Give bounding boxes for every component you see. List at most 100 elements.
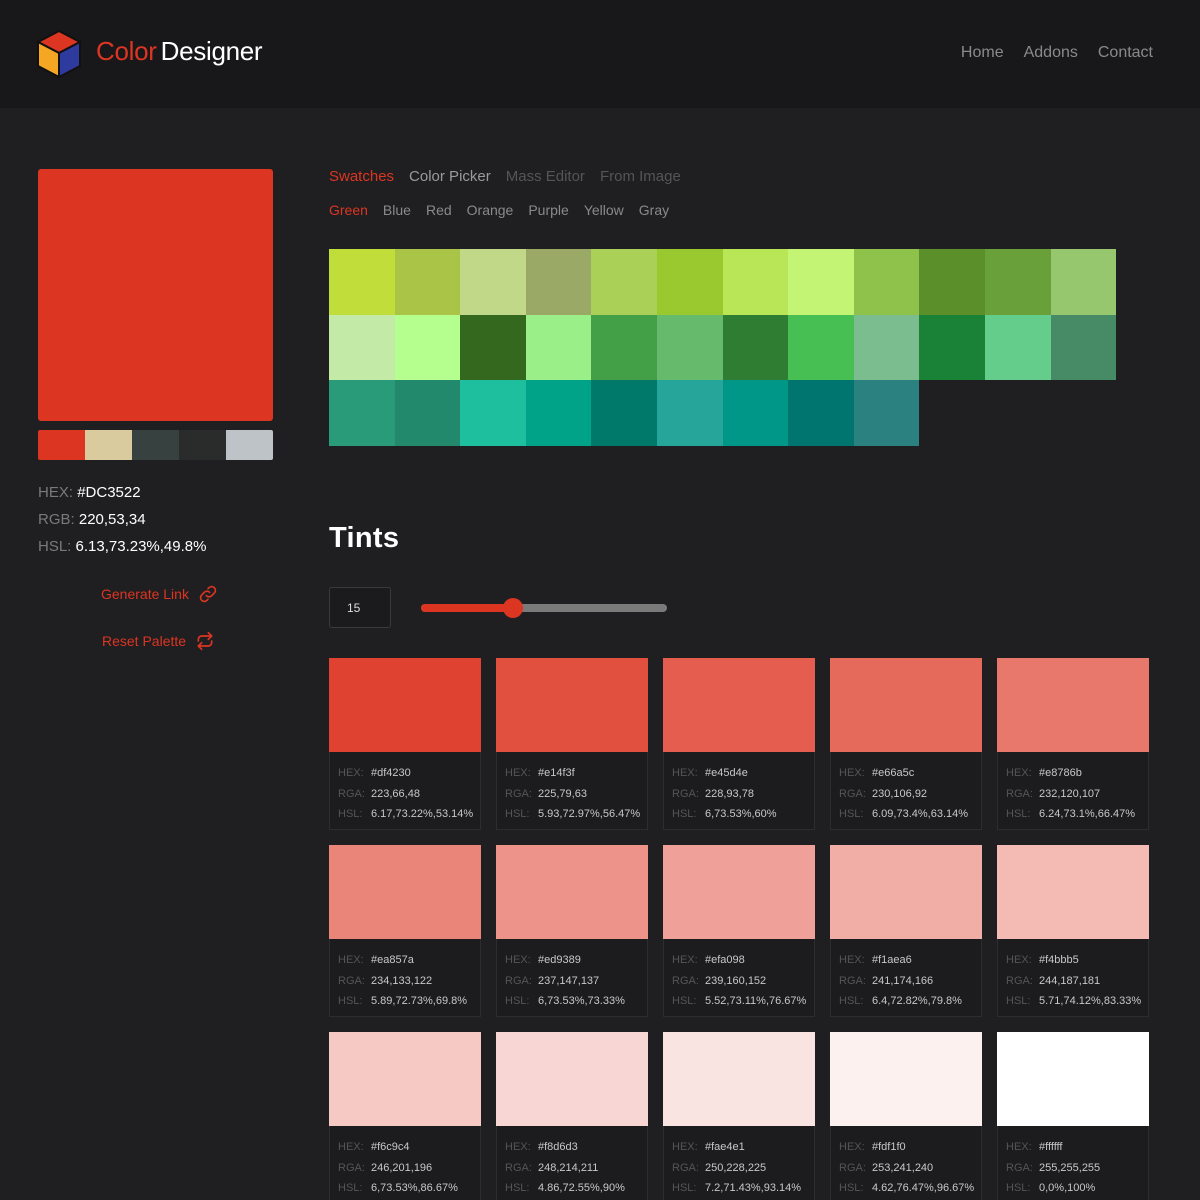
tint-hsl-label: HSL:	[839, 808, 864, 820]
category-tab-purple[interactable]: Purple	[528, 202, 568, 218]
nav-contact[interactable]: Contact	[1098, 44, 1153, 62]
swatch-cell[interactable]	[853, 314, 920, 381]
swatch-cell[interactable]	[919, 249, 985, 315]
tint-card[interactable]: HEX: #f6c9c4 RGA: 246,201,196 HSL: 6,73.53%,8…	[329, 1032, 481, 1200]
tint-swatch[interactable]	[830, 1032, 982, 1126]
tint-card[interactable]: HEX: #e45d4e RGA: 228,93,78 HSL: 6,73.53%,60%	[663, 658, 815, 830]
swatch-cell[interactable]	[525, 380, 592, 446]
swatch-cell[interactable]	[525, 249, 592, 315]
tint-swatch[interactable]	[663, 845, 815, 939]
tint-swatch[interactable]	[830, 658, 982, 752]
swatch-cell[interactable]	[853, 249, 920, 315]
swatch-cell[interactable]	[788, 380, 854, 446]
tint-card[interactable]: HEX: #f4bbb5 RGA: 244,187,181 HSL: 5.71,74.12…	[997, 845, 1149, 1017]
reset-palette-button[interactable]: Reset Palette	[102, 631, 215, 651]
swatch-cell[interactable]	[853, 380, 920, 446]
brand-name[interactable]: Color Designer	[96, 36, 263, 67]
tint-swatch[interactable]	[663, 1032, 815, 1126]
tint-swatch[interactable]	[997, 845, 1149, 939]
swatch-cell[interactable]	[591, 314, 657, 381]
swatch-cell[interactable]	[460, 380, 526, 446]
swatch-cell[interactable]	[788, 249, 854, 315]
tint-hex-row: HEX: #ffffff	[1006, 1137, 1148, 1158]
category-tab-gray[interactable]: Gray	[639, 202, 669, 218]
palette-color-2[interactable]	[85, 430, 132, 460]
swatch-cell[interactable]	[984, 314, 1051, 381]
tint-card[interactable]: HEX: #df4230 RGA: 223,66,48 HSL: 6.17,73.22%,…	[329, 658, 481, 830]
tint-card[interactable]: HEX: #e8786b RGA: 232,120,107 HSL: 6.24,73.1%…	[997, 658, 1149, 830]
tint-swatch[interactable]	[329, 845, 481, 939]
tint-card[interactable]: HEX: #ea857a RGA: 234,133,122 HSL: 5.89,72.73…	[329, 845, 481, 1017]
swatch-cell[interactable]	[525, 314, 592, 381]
swatch-cell[interactable]	[1050, 249, 1117, 315]
tint-swatch[interactable]	[663, 658, 815, 752]
tint-hsl-row: HSL: 6.09,73.4%,63.14%	[839, 804, 981, 825]
tint-swatch[interactable]	[496, 1032, 648, 1126]
swatch-cell[interactable]	[722, 249, 789, 315]
tint-card[interactable]: HEX: #e66a5c RGA: 230,106,92 HSL: 6.09,73.4%,…	[830, 658, 982, 830]
tint-rgb-label: RGA:	[505, 787, 532, 800]
swatch-cell[interactable]	[656, 249, 723, 315]
category-tab-blue[interactable]: Blue	[383, 202, 411, 218]
tint-swatch[interactable]	[329, 1032, 481, 1126]
swatch-cell[interactable]	[984, 249, 1051, 315]
tint-swatch[interactable]	[329, 658, 481, 752]
tint-card[interactable]: HEX: #f1aea6 RGA: 241,174,166 HSL: 6.4,72.82%…	[830, 845, 982, 1017]
tint-rgb-value: 228,93,78	[705, 787, 754, 800]
swatch-cell[interactable]	[394, 314, 461, 381]
tint-swatch[interactable]	[496, 845, 648, 939]
nav-home[interactable]: Home	[961, 44, 1004, 62]
swatch-cell[interactable]	[591, 249, 657, 315]
cube-logo-icon[interactable]	[36, 29, 82, 79]
swatch-cell[interactable]	[919, 314, 985, 381]
swatch-cell[interactable]	[460, 314, 526, 381]
palette-color-3[interactable]	[132, 430, 179, 460]
tab-color-picker[interactable]: Color Picker	[409, 168, 491, 185]
tint-card[interactable]: HEX: #fdf1f0 RGA: 253,241,240 HSL: 4.62,76.47…	[830, 1032, 982, 1200]
swatch-cell[interactable]	[656, 314, 723, 381]
tint-swatch[interactable]	[830, 845, 982, 939]
tint-swatch[interactable]	[496, 658, 648, 752]
category-tab-yellow[interactable]: Yellow	[584, 202, 624, 218]
category-tab-orange[interactable]: Orange	[467, 202, 514, 218]
tab-from-image[interactable]: From Image	[600, 168, 681, 185]
swatch-cell[interactable]	[788, 314, 854, 381]
tint-hsl-row: HSL: 0,0%,100%	[1006, 1178, 1148, 1199]
tint-card[interactable]: HEX: #ed9389 RGA: 237,147,137 HSL: 6,73.53%,7…	[496, 845, 648, 1017]
swatch-cell[interactable]	[394, 249, 461, 315]
category-tab-green[interactable]: Green	[329, 202, 368, 218]
swatch-cell[interactable]	[722, 314, 789, 381]
swatch-cell[interactable]	[329, 249, 395, 315]
slider-thumb[interactable]	[503, 598, 524, 618]
current-color-swatch[interactable]	[38, 169, 273, 421]
tab-mass-editor[interactable]: Mass Editor	[506, 168, 585, 185]
tint-hsl-value: 6,73.53%,60%	[705, 808, 777, 820]
category-tab-red[interactable]: Red	[426, 202, 452, 218]
swatch-cell[interactable]	[1050, 314, 1117, 381]
tint-info: HEX: #fdf1f0 RGA: 253,241,240 HSL: 4.62,76.47…	[831, 1126, 981, 1199]
swatch-cell[interactable]	[394, 380, 461, 446]
generate-link-button[interactable]: Generate Link	[101, 584, 218, 604]
swatch-cell[interactable]	[460, 249, 526, 315]
tint-count-slider[interactable]	[421, 598, 667, 618]
tint-rgb-value: 239,160,152	[705, 974, 767, 987]
swatch-cell[interactable]	[656, 380, 723, 446]
swatch-cell[interactable]	[591, 380, 657, 446]
tint-card[interactable]: HEX: #e14f3f RGA: 225,79,63 HSL: 5.93,72.97%,…	[496, 658, 648, 830]
tint-hsl-row: HSL: 6,73.53%,73.33%	[505, 991, 647, 1012]
tab-swatches[interactable]: Swatches	[329, 168, 394, 185]
swatch-cell[interactable]	[329, 380, 395, 446]
tint-card[interactable]: HEX: #fae4e1 RGA: 250,228,225 HSL: 7.2,71.43%…	[663, 1032, 815, 1200]
palette-color-1[interactable]	[38, 430, 85, 460]
palette-color-5[interactable]	[226, 430, 273, 460]
swatch-cell[interactable]	[722, 380, 789, 446]
palette-color-4[interactable]	[179, 430, 226, 460]
tint-swatch[interactable]	[997, 1032, 1149, 1126]
tint-count-input[interactable]	[329, 587, 391, 628]
tint-swatch[interactable]	[997, 658, 1149, 752]
tint-card[interactable]: HEX: #f8d6d3 RGA: 248,214,211 HSL: 4.86,72.55…	[496, 1032, 648, 1200]
swatch-cell[interactable]	[329, 314, 395, 381]
tint-card[interactable]: HEX: #ffffff RGA: 255,255,255 HSL: 0,0%,100%	[997, 1032, 1149, 1200]
tint-card[interactable]: HEX: #efa098 RGA: 239,160,152 HSL: 5.52,73.11…	[663, 845, 815, 1017]
nav-addons[interactable]: Addons	[1024, 44, 1078, 62]
